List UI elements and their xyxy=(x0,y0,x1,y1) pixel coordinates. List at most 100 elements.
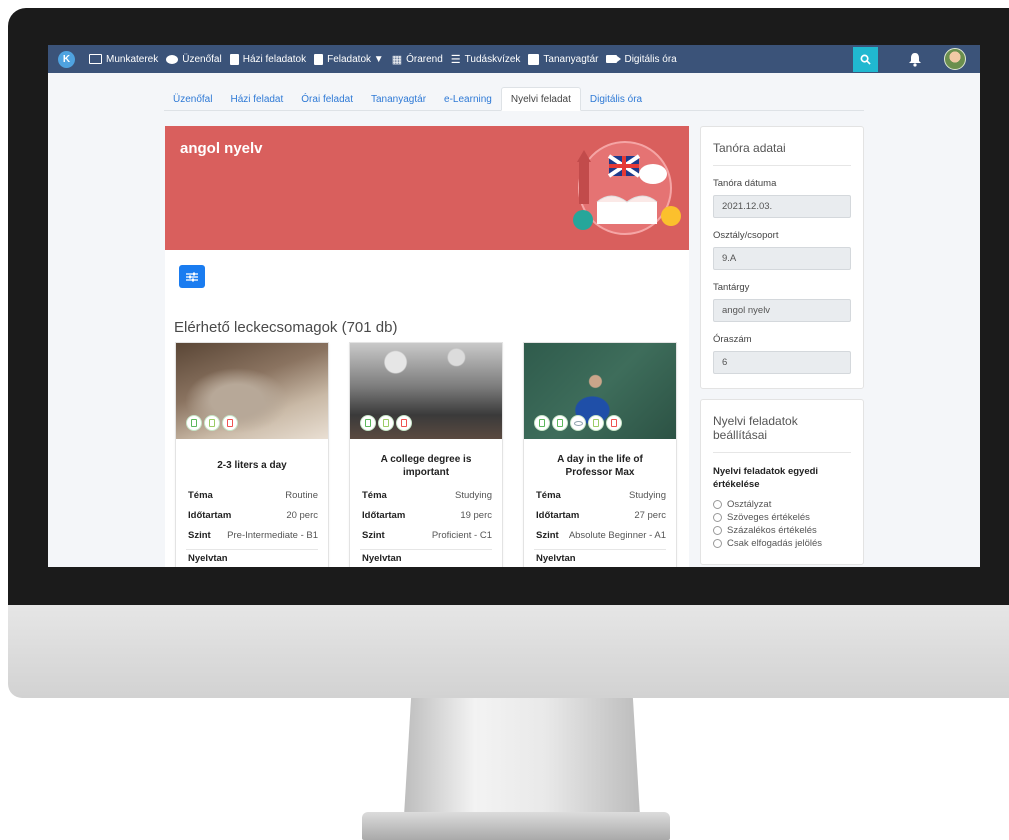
radio-circle-icon xyxy=(713,499,722,509)
grammar-label: Nyelvtan xyxy=(362,552,402,564)
document-icon xyxy=(229,53,239,65)
duration-label: Időtartam xyxy=(536,509,580,521)
lesson-card[interactable]: A college degree is important Téma Studyi… xyxy=(349,342,503,567)
class-label: Osztály/csoport xyxy=(713,230,779,241)
radio-label: Osztályzat xyxy=(727,498,772,510)
duration-value: 19 perc xyxy=(460,509,492,521)
exercise-icon xyxy=(606,415,622,431)
nav-item-feladatok[interactable]: Feladatok ▼ xyxy=(314,53,384,65)
video-icon xyxy=(204,415,220,431)
duration-value: 27 perc xyxy=(634,509,666,521)
tab-tananyagtar[interactable]: Tananyagtár xyxy=(362,87,435,111)
exercise-icon xyxy=(396,415,412,431)
level-label: Szint xyxy=(188,529,211,541)
nav-item-tudaskvizek[interactable]: ☰ Tudáskvízek xyxy=(451,53,521,66)
nav-item-label: Digitális óra xyxy=(624,53,677,65)
monitor-chin xyxy=(8,605,1009,698)
tab-bar: Üzenőfal Házi feladat Órai feladat Tanan… xyxy=(164,87,864,111)
duration-value: 20 perc xyxy=(286,509,318,521)
level-label: Szint xyxy=(536,529,559,541)
topic-value: Routine xyxy=(285,489,318,501)
section-title: Elérhető leckecsomagok (701 db) xyxy=(174,319,398,336)
video-icon xyxy=(588,415,604,431)
nav-item-uzenofal[interactable]: Üzenőfal xyxy=(166,54,222,65)
user-avatar[interactable] xyxy=(944,48,966,70)
radio-szazalekos[interactable]: Százalékos értékelés xyxy=(713,524,851,537)
laptop-icon xyxy=(89,54,102,64)
english-language-illustration-icon xyxy=(573,141,681,235)
grammar-label: Nyelvtan xyxy=(536,552,576,564)
lesson-card[interactable]: 2-3 liters a day Téma Routine Időtartam 20… xyxy=(175,342,329,567)
nav-item-label: Tudáskvízek xyxy=(464,53,521,65)
bell-icon[interactable] xyxy=(908,52,922,67)
level-value: Proficient - C1 xyxy=(431,529,492,541)
card-title: A college degree is important xyxy=(380,453,472,479)
lesson-image-professor-blackboard xyxy=(524,343,676,439)
duration-label: Időtartam xyxy=(188,509,232,521)
app-logo[interactable]: K xyxy=(58,50,75,68)
video-camera-icon xyxy=(606,55,622,63)
topic-label: Téma xyxy=(536,489,561,501)
radio-circle-icon xyxy=(713,525,722,535)
text-icon xyxy=(552,415,568,431)
radio-label: Százalékos értékelés xyxy=(727,524,817,536)
class-field: 9.A xyxy=(713,247,851,270)
radio-osztalyzat[interactable]: Osztályzat xyxy=(713,498,851,511)
lesson-card[interactable]: A day in the life of Professor Max Téma S… xyxy=(523,342,677,567)
book-icon xyxy=(528,53,540,65)
radio-label: Csak elfogadás jelölés xyxy=(727,537,823,549)
topic-value: Studying xyxy=(629,489,666,501)
lesson-image-graduation xyxy=(350,343,502,439)
card-title: A day in the life of Professor Max xyxy=(557,453,643,479)
main-panel: angol nyelv Elérhető leckecsomagok (701 … xyxy=(165,126,689,567)
date-field: 2021.12.03. xyxy=(713,195,851,218)
radio-csak-elfogadas[interactable]: Csak elfogadás jelölés xyxy=(713,537,851,550)
right-sidebar: Tanóra adatai Tanóra dátuma 2021.12.03. … xyxy=(700,126,864,567)
radio-circle-icon xyxy=(713,538,722,548)
chat-bubble-icon xyxy=(166,54,179,64)
hours-field: 6 xyxy=(713,351,851,374)
panel-title: Tanóra adatai xyxy=(713,141,851,166)
calendar-icon: ▦ xyxy=(391,53,403,66)
tab-uzenofal[interactable]: Üzenőfal xyxy=(164,87,221,111)
topic-value: Studying xyxy=(455,489,492,501)
nav-item-label: Órarend xyxy=(406,53,443,65)
nav-item-munkaterek[interactable]: Munkaterek xyxy=(89,54,158,65)
tab-nyelvi-feladat[interactable]: Nyelvi feladat xyxy=(500,87,581,111)
tab-orai-feladat[interactable]: Órai feladat xyxy=(292,87,362,111)
tab-digitalis-ora[interactable]: Digitális óra xyxy=(581,87,651,111)
clipboard-icon xyxy=(314,53,324,65)
date-label: Tanóra dátuma xyxy=(713,178,777,189)
subject-field: angol nyelv xyxy=(713,299,851,322)
nav-item-tananyagtar[interactable]: Tananyagtár xyxy=(528,53,598,65)
subject-label: Tantárgy xyxy=(713,282,750,293)
eye-icon xyxy=(570,415,586,431)
radio-circle-icon xyxy=(713,512,722,522)
nav-item-orarend[interactable]: ▦ Órarend xyxy=(392,53,443,66)
monitor-stand-neck xyxy=(404,698,640,816)
lesson-card-list: 2-3 liters a day Téma Routine Időtartam 20… xyxy=(175,342,697,567)
duration-label: Időtartam xyxy=(362,509,406,521)
video-icon xyxy=(378,415,394,431)
tab-e-learning[interactable]: e-Learning xyxy=(435,87,501,111)
banner-title: angol nyelv xyxy=(180,140,263,157)
filter-button[interactable] xyxy=(179,265,205,288)
nav-item-hazi-feladatok[interactable]: Házi feladatok xyxy=(229,53,307,65)
nav-item-digitalis-ora[interactable]: Digitális óra xyxy=(606,53,677,65)
text-icon xyxy=(534,415,550,431)
subject-banner: angol nyelv xyxy=(165,126,689,250)
level-value: Pre-Intermediate - B1 xyxy=(227,529,318,541)
hours-label: Óraszám xyxy=(713,334,752,345)
exercise-icon xyxy=(222,415,238,431)
lesson-data-panel: Tanóra adatai Tanóra dátuma 2021.12.03. … xyxy=(700,126,864,389)
sliders-icon xyxy=(186,272,198,281)
text-icon xyxy=(360,415,376,431)
monitor-stand-base xyxy=(362,812,670,840)
radio-szoveges[interactable]: Szöveges értékelés xyxy=(713,511,851,524)
lesson-image-water-glass xyxy=(176,343,328,439)
text-icon xyxy=(186,415,202,431)
search-button[interactable] xyxy=(853,46,878,72)
nav-item-label: Házi feladatok xyxy=(242,53,307,65)
tab-hazi-feladat[interactable]: Házi feladat xyxy=(221,87,292,111)
language-settings-panel: Nyelvi feladatok beállításai Nyelvi fela… xyxy=(700,399,864,565)
